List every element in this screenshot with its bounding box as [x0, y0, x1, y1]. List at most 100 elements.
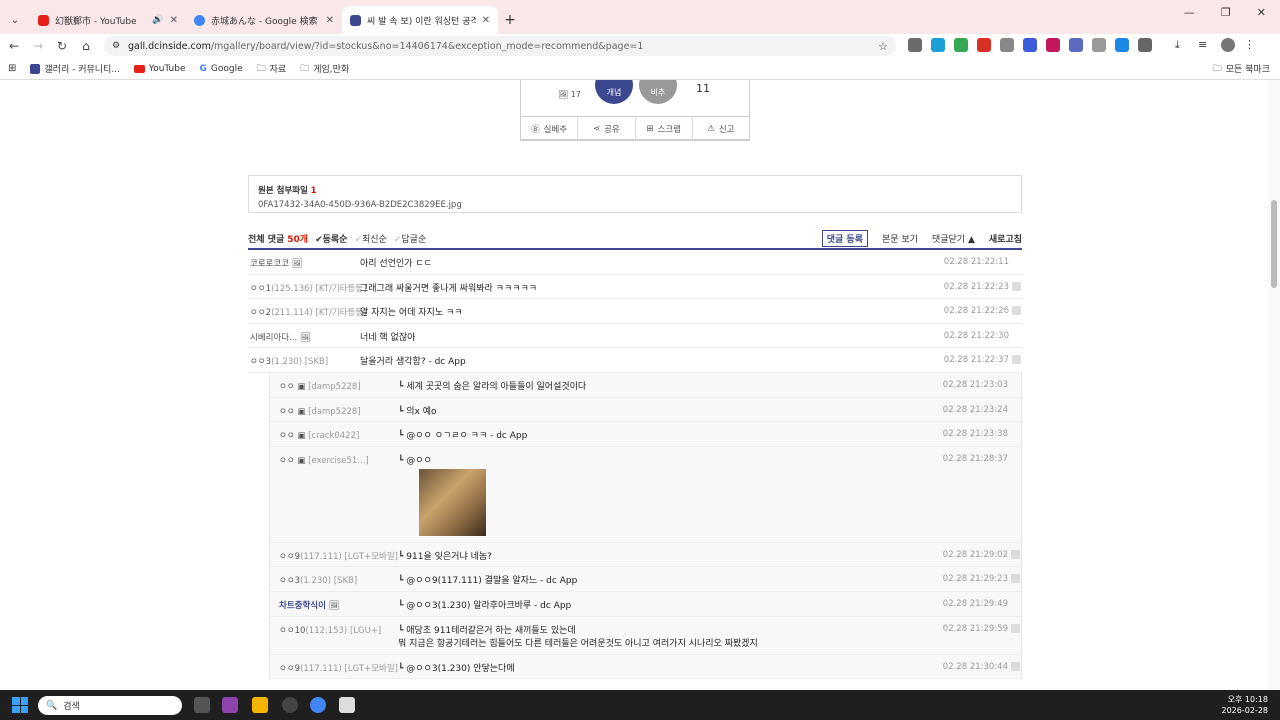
close-icon[interactable]: ✕ — [170, 15, 178, 26]
extension-icon[interactable] — [908, 38, 922, 52]
bookmark-folder[interactable]: 🗀 게임,만화 — [300, 61, 349, 77]
sort-reply[interactable]: ✔답글순 — [394, 232, 426, 245]
comment-ip: (117.111) [LGT+모바일] — [300, 663, 398, 674]
comment-register-button[interactable]: 댓글 등록 — [821, 229, 868, 247]
comment-nickname[interactable]: 코로로코코 🖼 — [250, 257, 303, 269]
comment-text: ┗ 애당초 911테러같은거 하는 새끼들도 있는데 뭐 지금은 항공기테러는 힘… — [398, 623, 758, 649]
close-icon[interactable]: ✕ — [326, 15, 334, 26]
comment-nickname[interactable]: ㅇㅇ2(211.114) [KT/기타등등] — [250, 306, 366, 318]
report-button[interactable]: ⚠ 신고 — [693, 117, 749, 140]
extension-icon[interactable] — [1092, 38, 1106, 52]
attachment-file-link[interactable]: 0FA17432-34A0-450D-936A-B2DE2C3829EE.jpg — [258, 200, 1012, 210]
refresh-button[interactable]: 새로고침 — [989, 232, 1022, 245]
home-icon[interactable]: ⌂ — [74, 39, 98, 53]
star-icon[interactable]: ☆ — [878, 40, 888, 53]
maximize-icon[interactable]: ❐ — [1221, 6, 1231, 19]
comment-nickname[interactable]: ㅇㅇ3(1.230) [SKB] — [250, 355, 328, 367]
bookmark-label: 자료 — [269, 65, 287, 75]
audio-icon[interactable]: 🔊 — [152, 15, 163, 25]
minimize-icon[interactable]: — — [1184, 6, 1195, 19]
copilot-icon[interactable] — [222, 697, 238, 713]
extension-icon[interactable] — [931, 38, 945, 52]
puzzle-icon[interactable] — [1138, 38, 1152, 52]
extension-icon[interactable] — [954, 38, 968, 52]
scrap-button[interactable]: ⊞ 스크랩 — [636, 117, 693, 140]
comment-nickname[interactable]: ㅇㅇ ▣ [damp5228] — [279, 380, 361, 392]
delete-icon[interactable] — [1011, 661, 1020, 671]
comment-date: 02.28 21:22:30 — [943, 330, 1009, 341]
windows-start-icon[interactable] — [12, 697, 28, 713]
comment-nickname[interactable]: ㅇㅇ1(125.136) [KT/기타등등] — [250, 282, 366, 294]
bookmark-item[interactable]: YouTube — [133, 64, 186, 74]
bookmark-item[interactable]: 갤러리 - 커뮤니티... — [30, 62, 120, 75]
delete-icon[interactable] — [1011, 574, 1020, 584]
comment-row: 시베리아다... 🖼 너네 핵 없잖아 02.28 21:22:30 — [248, 324, 1022, 349]
back-icon[interactable]: ← — [2, 39, 26, 53]
system-clock[interactable]: 오후 10:18 2026-02-28 — [1222, 694, 1269, 716]
menu-icon[interactable]: ⋮ — [1244, 38, 1258, 52]
delete-icon[interactable] — [1011, 549, 1020, 559]
new-tab-button[interactable]: + — [498, 6, 522, 34]
close-comments-button[interactable]: 댓글닫기 ▲ — [932, 232, 975, 245]
downvote-button[interactable]: 비추 — [639, 80, 677, 104]
comment-date: 02.28 21:23:38 — [942, 429, 1008, 440]
app-icon[interactable] — [339, 697, 355, 713]
all-bookmarks[interactable]: 🗀 모든 북마크 — [1213, 61, 1270, 77]
comment-nickname[interactable]: ㅇㅇ ▣ [damp5228] — [279, 405, 361, 417]
extension-icon[interactable] — [977, 38, 991, 52]
sort-registered[interactable]: ✔등록순 — [315, 232, 347, 245]
view-body-button[interactable]: 본문 보기 — [882, 232, 918, 245]
comment-body: 알 자지는 어데 자지노 ㅋㅋ — [360, 308, 463, 319]
comment-nickname[interactable]: ㅇㅇ ▣ [crack0422] — [279, 429, 359, 441]
comment-nickname[interactable]: ㅇㅇ9(117.111) [LGT+모바일] — [279, 662, 398, 674]
tab-search-icon[interactable]: ⌄ — [0, 6, 30, 34]
url-field[interactable]: ⚙ gall.dcinside.com/mgallery/board/view/?… — [104, 36, 896, 56]
close-window-icon[interactable]: ✕ — [1257, 6, 1266, 19]
sort-latest[interactable]: ✔최신순 — [354, 232, 386, 245]
scrollbar-thumb[interactable] — [1271, 200, 1277, 288]
delete-icon[interactable] — [1012, 306, 1021, 316]
comment-nickname[interactable]: ㅇㅇ10(112.153) [LGU+] — [279, 624, 381, 636]
task-view-icon[interactable] — [194, 697, 210, 713]
nickname-text: ㅇㅇ — [279, 455, 295, 466]
tab-google[interactable]: 赤城あんな - Google 検索 ✕ — [186, 6, 342, 34]
delete-icon[interactable] — [1012, 355, 1021, 365]
extension-icon[interactable] — [1115, 38, 1129, 52]
extension-icon[interactable] — [1023, 38, 1037, 52]
bookmark-item[interactable]: G Google — [200, 64, 243, 74]
tab-youtube[interactable]: 幻獣郵市 - YouTube 🔊 ✕ — [30, 6, 186, 34]
apps-icon[interactable]: ⊞ — [8, 63, 16, 74]
taskbar-search[interactable]: 🔍 검색 — [38, 696, 182, 715]
comment-nickname[interactable]: ㅇㅇ ▣ [exercise51...] — [279, 454, 369, 466]
delete-icon[interactable] — [1012, 281, 1021, 291]
download-icon[interactable]: ⤓ — [1175, 38, 1189, 52]
extension-icon[interactable] — [1069, 38, 1083, 52]
best-recommend-button[interactable]: Ⓑ 실베추 — [521, 117, 579, 140]
gallery-icon: 🖼 — [325, 600, 340, 611]
comment-nickname[interactable]: 차트중학식이 🖼 — [279, 599, 339, 611]
site-info-icon[interactable]: ⚙ — [112, 41, 120, 51]
file-explorer-icon[interactable] — [252, 697, 268, 713]
bookmark-folder[interactable]: 🗀 자료 — [257, 61, 287, 77]
extension-icon[interactable] — [1000, 38, 1014, 52]
media-icon[interactable]: ≡ — [1198, 38, 1212, 52]
comment-date: 02.28 21:23:24 — [942, 404, 1008, 415]
comment-nickname[interactable]: 시베리아다... 🖼 — [250, 331, 311, 343]
close-icon[interactable]: ✕ — [482, 15, 490, 26]
app-icon[interactable] — [282, 697, 298, 713]
scrollbar[interactable] — [1268, 80, 1280, 690]
comment-body: 애당초 911테러같은거 하는 새끼들도 있는데 — [406, 625, 576, 636]
recommend-label: 개념 — [606, 88, 622, 97]
comment-nickname[interactable]: ㅇㅇ9(117.111) [LGT+모바일] — [279, 550, 398, 562]
forward-icon[interactable]: → — [26, 39, 50, 53]
chrome-icon[interactable] — [310, 697, 326, 713]
comment-image[interactable] — [419, 468, 486, 536]
reload-icon[interactable]: ↻ — [50, 39, 74, 53]
delete-icon[interactable] — [1011, 623, 1020, 633]
recommend-button[interactable]: 개념 — [595, 80, 633, 104]
comment-nickname[interactable]: ㅇㅇ3(1.230) [SKB] — [279, 574, 357, 586]
avatar[interactable] — [1221, 38, 1235, 52]
tab-dcinside[interactable]: 씨 발 속 보) 이란 워싱턴 공격 ✕ — [342, 6, 498, 34]
share-button[interactable]: ⋖ 공유 — [578, 117, 636, 140]
extension-icon[interactable] — [1046, 38, 1060, 52]
